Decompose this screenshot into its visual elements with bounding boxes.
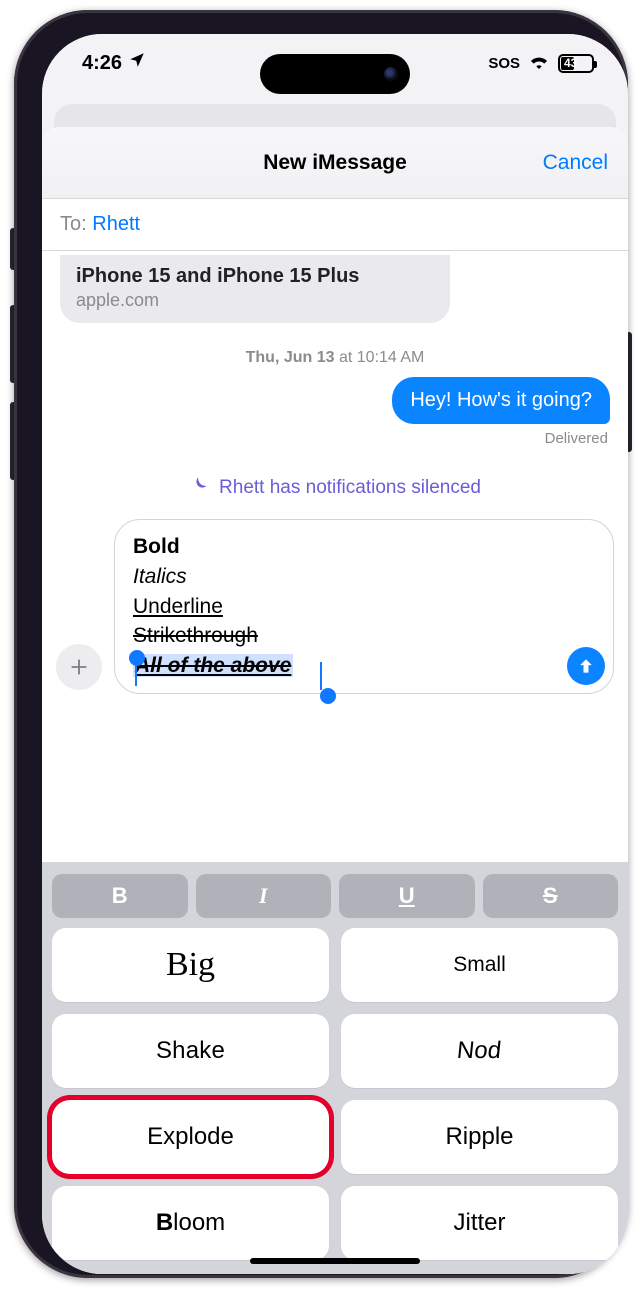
- link-preview-title: iPhone 15 and iPhone 15 Plus: [76, 265, 434, 288]
- delivered-status: Delivered: [42, 430, 608, 447]
- location-icon: [128, 51, 146, 75]
- effect-explode-button[interactable]: Explode: [52, 1100, 329, 1174]
- battery-icon: 43: [558, 54, 594, 73]
- moon-icon: [189, 475, 209, 501]
- conversation-scroll[interactable]: iPhone 15 and iPhone 15 Plus apple.com T…: [42, 251, 628, 862]
- link-preview[interactable]: iPhone 15 and iPhone 15 Plus apple.com: [60, 255, 450, 323]
- silenced-text: Rhett has notifications silenced: [219, 477, 481, 499]
- to-label: To:: [60, 213, 87, 235]
- compose-line-italics: Italics: [133, 562, 563, 592]
- text-effects-panel: B I U S Big Small Shake Nod Explode Ripp…: [42, 862, 628, 1274]
- format-strike-button[interactable]: S: [483, 874, 619, 918]
- compose-line-all-selected: All of the above: [133, 654, 293, 677]
- link-preview-domain: apple.com: [76, 290, 434, 311]
- compose-line-strike: Strikethrough: [133, 621, 563, 651]
- sos-indicator: SOS: [488, 55, 520, 72]
- effect-nod-button[interactable]: Nod: [341, 1014, 618, 1088]
- effect-bloom-button[interactable]: Bloom: [52, 1186, 329, 1260]
- effect-ripple-button[interactable]: Ripple: [341, 1100, 618, 1174]
- selection-handle-start[interactable]: [129, 650, 145, 666]
- format-bold-button[interactable]: B: [52, 874, 188, 918]
- effect-small-button[interactable]: Small: [341, 928, 618, 1002]
- compose-line-bold: Bold: [133, 532, 563, 562]
- compose-row: Bold Italics Underline Strikethrough All…: [42, 519, 628, 710]
- effect-shake-button[interactable]: Shake: [52, 1014, 329, 1088]
- send-button[interactable]: [567, 647, 605, 685]
- selection-handle-end[interactable]: [320, 688, 336, 704]
- wifi-icon: [528, 52, 550, 75]
- effect-jitter-button[interactable]: Jitter: [341, 1186, 618, 1260]
- to-recipient: Rhett: [92, 213, 140, 235]
- timestamp: Thu, Jun 13 at 10:14 AM: [42, 349, 628, 367]
- status-time: 4:26: [82, 52, 122, 75]
- compose-text-input[interactable]: Bold Italics Underline Strikethrough All…: [114, 519, 614, 694]
- cancel-button[interactable]: Cancel: [543, 151, 608, 175]
- compose-sheet: New iMessage Cancel To: Rhett iPhone 15 …: [42, 127, 628, 1274]
- format-italic-button[interactable]: I: [196, 874, 332, 918]
- effect-grid: Big Small Shake Nod Explode Ripple Bloom…: [52, 928, 618, 1260]
- effect-big-button[interactable]: Big: [52, 928, 329, 1002]
- notifications-silenced-banner[interactable]: Rhett has notifications silenced: [42, 475, 628, 501]
- compose-line-underline: Underline: [133, 592, 563, 622]
- selection-caret-start: [135, 658, 137, 686]
- home-indicator[interactable]: [250, 1258, 420, 1264]
- format-row: B I U S: [52, 874, 618, 918]
- phone-frame: 4:26 SOS 43 New iMessage Cancel: [14, 10, 628, 1278]
- screen: 4:26 SOS 43 New iMessage Cancel: [42, 34, 628, 1274]
- nav-title: New iMessage: [263, 151, 407, 175]
- add-attachment-button[interactable]: [56, 644, 102, 690]
- outgoing-message-bubble[interactable]: Hey! How's it going?: [392, 377, 610, 424]
- nav-bar: New iMessage Cancel: [42, 127, 628, 199]
- format-underline-button[interactable]: U: [339, 874, 475, 918]
- selection-caret-end: [320, 662, 322, 690]
- dynamic-island: [260, 54, 410, 94]
- to-field[interactable]: To: Rhett: [42, 199, 628, 251]
